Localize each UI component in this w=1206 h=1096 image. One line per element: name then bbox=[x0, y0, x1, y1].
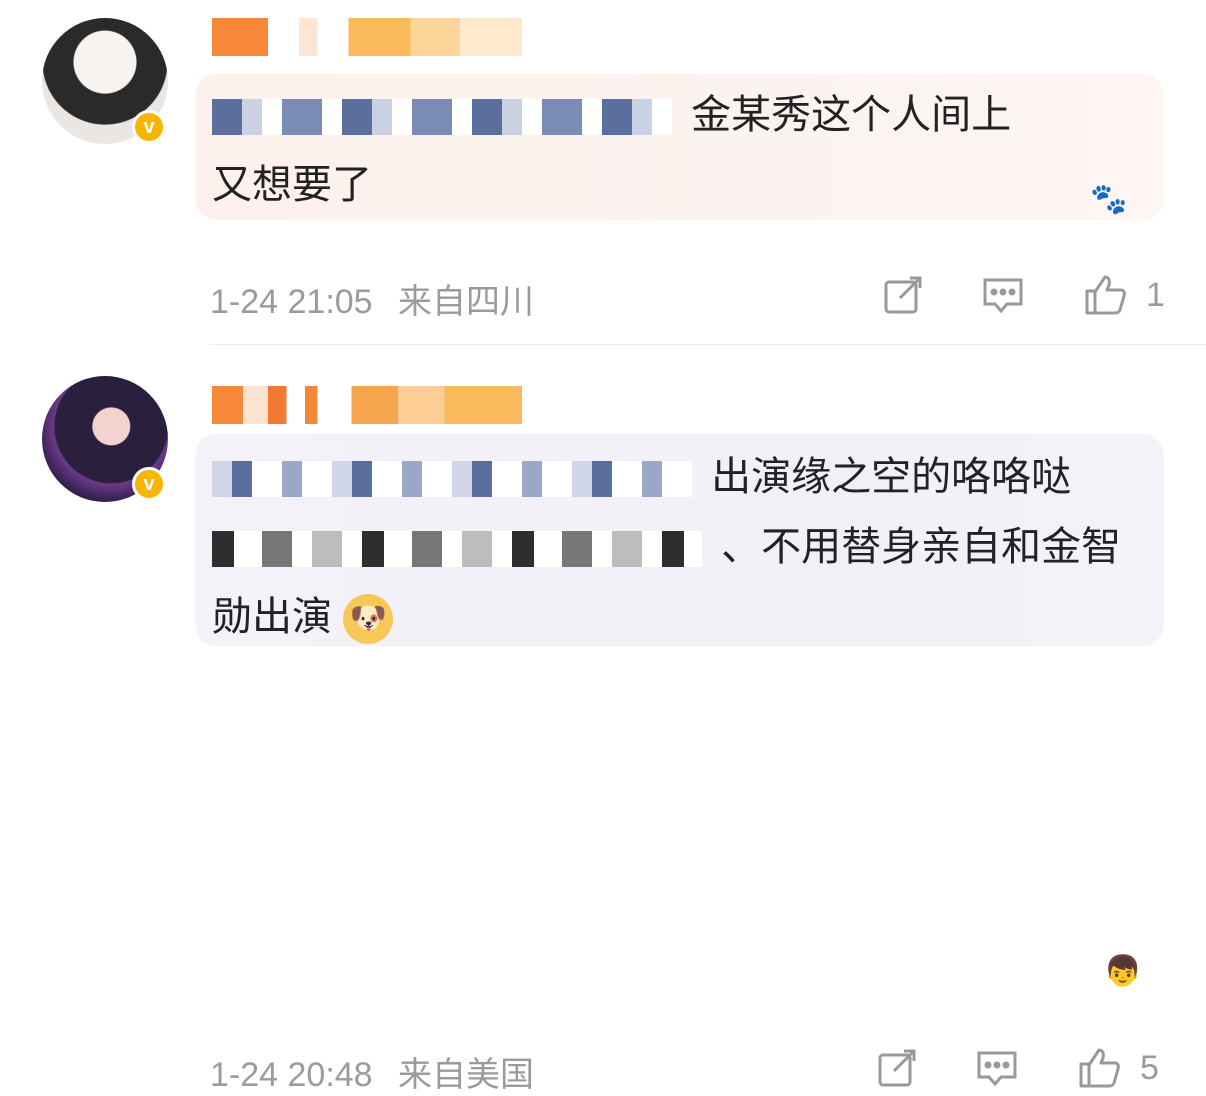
comment-text-line: 又想要了 bbox=[212, 163, 372, 207]
decor-sticker: 🐾 bbox=[1090, 183, 1128, 216]
comment-location: 来自四川 bbox=[398, 283, 535, 321]
doge-emoji-icon: 🐶 bbox=[343, 594, 394, 645]
username-redacted[interactable] bbox=[212, 18, 522, 56]
comment-icon bbox=[983, 278, 1023, 314]
share-button[interactable] bbox=[880, 272, 926, 318]
comment-time: 1-24 21:05 bbox=[210, 283, 373, 321]
reply-button[interactable] bbox=[980, 272, 1026, 318]
redacted-text bbox=[212, 531, 702, 568]
comment-icon bbox=[977, 1051, 1017, 1087]
comment-meta: 1-24 20:48 来自美国 bbox=[210, 1047, 550, 1096]
comment-time: 1-24 20:48 bbox=[210, 1056, 373, 1094]
verified-badge-icon: v bbox=[132, 467, 166, 501]
share-icon bbox=[878, 1049, 916, 1087]
reply-button[interactable] bbox=[974, 1045, 1020, 1091]
comment-text-line: 勋出演 bbox=[212, 595, 332, 639]
redacted-text bbox=[212, 461, 692, 498]
decor-sticker: 👦 bbox=[1104, 955, 1142, 988]
comment-text-line: 出演缘之空的咯咯哒 bbox=[711, 455, 1072, 499]
comment-meta: 1-24 21:05 来自四川 bbox=[210, 274, 550, 323]
comment-text-line: 、不用替身亲自和金智 bbox=[721, 525, 1122, 569]
comment-item: v 出演缘之空的咯咯哒 、不用替身亲自和金智 勋出演 🐶 👦 1-24 20:4… bbox=[0, 350, 1206, 1094]
comment-text-line: 金某秀这个人间上 bbox=[691, 93, 1012, 137]
comment-location: 来自美国 bbox=[398, 1056, 535, 1094]
like-count: 1 bbox=[1146, 276, 1165, 314]
like-button[interactable] bbox=[1082, 272, 1128, 318]
comment-content: 金某秀这个人间上 又想要了 bbox=[212, 80, 1146, 220]
verified-badge-icon: v bbox=[132, 110, 166, 144]
share-icon bbox=[884, 276, 922, 314]
username-redacted[interactable] bbox=[212, 386, 522, 424]
comment-content: 出演缘之空的咯咯哒 、不用替身亲自和金智 勋出演 🐶 bbox=[212, 442, 1146, 652]
share-button[interactable] bbox=[874, 1045, 920, 1091]
redacted-text bbox=[212, 99, 672, 136]
comment-item: v 金某秀这个人间上 又想要了 🐾 1-24 21:05 来自四川 1 bbox=[0, 0, 1206, 345]
thumbs-up-icon bbox=[1079, 1048, 1120, 1088]
like-button[interactable] bbox=[1076, 1045, 1122, 1091]
like-count: 5 bbox=[1140, 1049, 1159, 1087]
divider bbox=[210, 344, 1206, 345]
thumbs-up-icon bbox=[1085, 275, 1126, 315]
